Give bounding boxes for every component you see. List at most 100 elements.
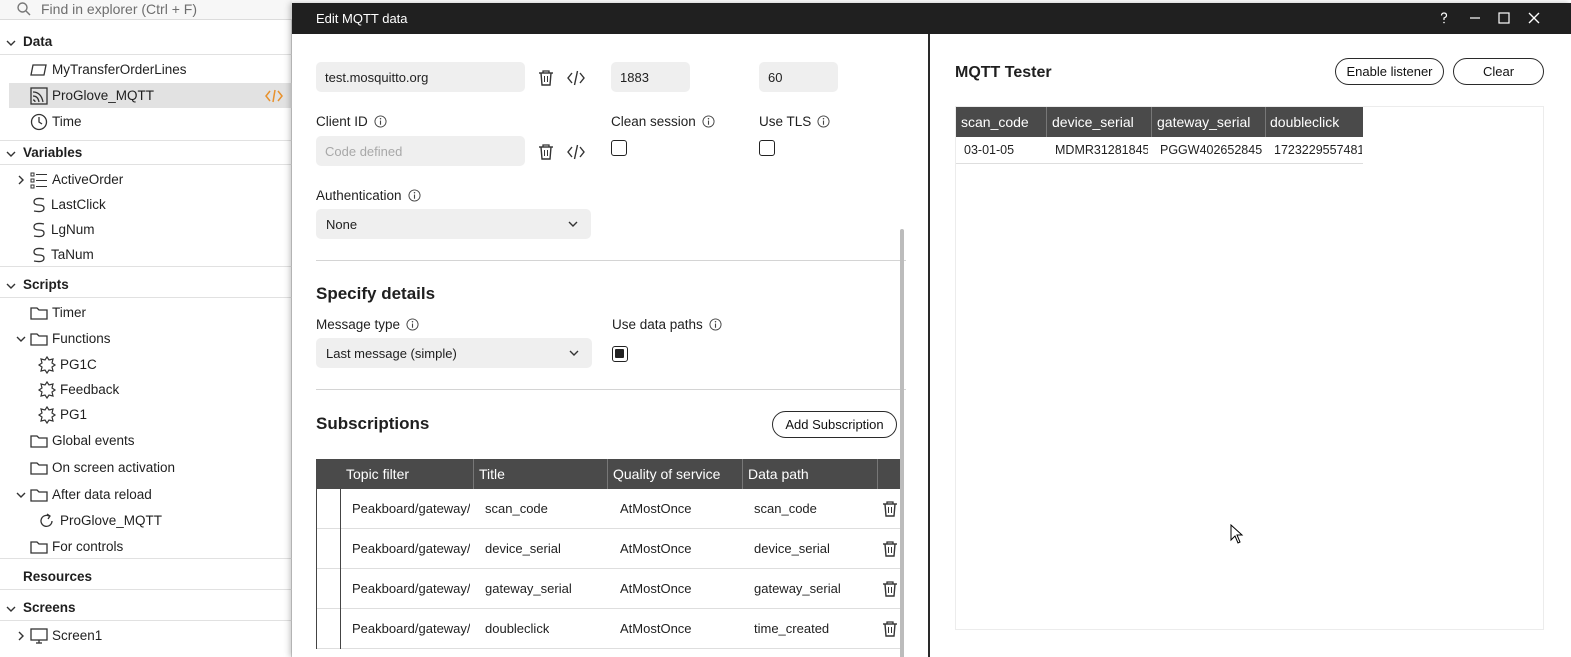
column-header-qos[interactable]: Quality of service	[613, 466, 720, 482]
topic-cell[interactable]: Peakboard/gateway/+/	[352, 541, 470, 556]
client-id-input[interactable]: Code defined	[316, 136, 525, 166]
message-type-select[interactable]: Last message (simple)	[316, 338, 592, 368]
topic-cell[interactable]: Peakboard/gateway/+/	[352, 581, 470, 596]
row-selector[interactable]	[316, 489, 341, 529]
table-row[interactable]: Peakboard/gateway/+/ doubleclick AtMostO…	[316, 609, 904, 649]
section-resources[interactable]: Resources	[0, 565, 292, 590]
maximize-icon[interactable]	[1496, 10, 1512, 26]
tree-item-timer[interactable]: Timer	[0, 300, 292, 325]
data-path-cell[interactable]: device_serial	[754, 541, 830, 556]
section-screens[interactable]: Screens	[0, 596, 292, 621]
code-icon[interactable]	[566, 142, 586, 162]
chevron-down-icon[interactable]	[5, 280, 17, 292]
clear-button[interactable]: Clear	[1453, 58, 1544, 85]
trash-icon[interactable]	[880, 499, 900, 519]
row-selector[interactable]	[316, 569, 341, 609]
column-header-title[interactable]: Title	[479, 466, 505, 482]
trash-icon[interactable]	[880, 619, 900, 639]
row-selector[interactable]	[316, 529, 341, 569]
tree-item-lgnum[interactable]: LgNum	[0, 217, 292, 242]
enable-listener-button[interactable]: Enable listener	[1335, 58, 1444, 85]
title-cell[interactable]: doubleclick	[485, 621, 549, 636]
section-scripts[interactable]: Scripts	[0, 273, 292, 298]
chevron-right-icon[interactable]	[15, 630, 27, 642]
column-header-topic[interactable]: Topic filter	[346, 466, 409, 482]
code-icon[interactable]	[265, 89, 283, 103]
add-subscription-button[interactable]: Add Subscription	[772, 411, 897, 438]
column-header[interactable]: device_serial	[1052, 114, 1134, 130]
data-path-cell[interactable]: time_created	[754, 621, 829, 636]
topic-cell[interactable]: Peakboard/gateway/+/	[352, 501, 470, 516]
info-icon[interactable]	[817, 115, 830, 128]
folder-icon	[30, 333, 48, 346]
keepalive-input[interactable]: 60	[759, 62, 838, 92]
tree-item-tanum[interactable]: TaNum	[0, 242, 292, 267]
tree-item-feedback[interactable]: Feedback	[0, 377, 292, 402]
chevron-down-icon[interactable]	[5, 37, 17, 49]
chevron-down-icon[interactable]	[5, 603, 17, 615]
tree-item-for-controls[interactable]: For controls	[0, 534, 292, 559]
chevron-down-icon[interactable]	[15, 333, 27, 345]
use-tls-checkbox[interactable]	[759, 140, 775, 156]
title-cell[interactable]: device_serial	[485, 541, 561, 556]
trash-icon[interactable]	[880, 579, 900, 599]
tree-item-proglove-mqtt[interactable]: ProGlove_MQTT	[9, 83, 292, 108]
info-icon[interactable]	[374, 115, 387, 128]
table-row[interactable]: 03-01-05 MDMR312818458 PGGW402652845 172…	[956, 137, 1363, 164]
chevron-down-icon[interactable]	[5, 148, 17, 160]
info-icon[interactable]	[709, 318, 722, 331]
info-icon[interactable]	[406, 318, 419, 331]
qos-cell[interactable]: AtMostOnce	[620, 581, 692, 596]
tree-item-functions[interactable]: Functions	[0, 326, 292, 351]
trash-icon[interactable]	[880, 539, 900, 559]
data-path-cell[interactable]: scan_code	[754, 501, 817, 516]
clean-session-checkbox[interactable]	[611, 140, 627, 156]
search-input[interactable]: Find in explorer (Ctrl + F)	[41, 1, 197, 17]
qos-cell[interactable]: AtMostOnce	[620, 541, 692, 556]
table-row[interactable]: Peakboard/gateway/+/ scan_code AtMostOnc…	[316, 489, 904, 529]
minimize-icon[interactable]	[1467, 10, 1483, 26]
tree-item-after-data-reload[interactable]: After data reload	[0, 482, 292, 507]
row-selector[interactable]	[316, 609, 341, 649]
tree-item-pg1[interactable]: PG1	[0, 402, 292, 427]
tree-item-mytransferorderlines[interactable]: MyTransferOrderLines	[0, 57, 292, 82]
chevron-down-icon[interactable]	[15, 489, 27, 501]
qos-cell[interactable]: AtMostOnce	[620, 621, 692, 636]
tree-item-activeorder[interactable]: ActiveOrder	[0, 167, 292, 192]
tree-item-on-screen-activation[interactable]: On screen activation	[0, 455, 292, 480]
close-icon[interactable]	[1526, 10, 1542, 26]
trash-icon[interactable]	[536, 68, 556, 88]
table-row[interactable]: Peakboard/gateway/+/ device_serial AtMos…	[316, 529, 904, 569]
title-cell[interactable]: gateway_serial	[485, 581, 572, 596]
use-data-paths-checkbox[interactable]	[612, 346, 628, 362]
authentication-select[interactable]: None	[316, 209, 591, 239]
info-icon[interactable]	[408, 189, 421, 202]
trash-icon[interactable]	[536, 142, 556, 162]
section-data[interactable]: Data	[0, 30, 292, 55]
section-variables[interactable]: Variables	[0, 140, 292, 165]
column-header[interactable]: doubleclick	[1270, 114, 1339, 130]
info-icon[interactable]	[702, 115, 715, 128]
help-icon[interactable]	[1436, 10, 1452, 26]
tree-item-screen1[interactable]: Screen1	[0, 623, 292, 648]
qos-cell[interactable]: AtMostOnce	[620, 501, 692, 516]
server-input[interactable]: test.mosquitto.org	[316, 62, 525, 92]
column-header[interactable]: scan_code	[961, 114, 1029, 130]
table-row[interactable]: Peakboard/gateway/+/ gateway_serial AtMo…	[316, 569, 904, 609]
tree-item-global-events[interactable]: Global events	[0, 428, 292, 453]
topic-cell[interactable]: Peakboard/gateway/+/	[352, 621, 470, 636]
port-input[interactable]: 1883	[611, 62, 690, 92]
column-header-data-path[interactable]: Data path	[748, 466, 809, 482]
chevron-right-icon[interactable]	[15, 174, 27, 186]
tree-item-reload-proglove-mqtt[interactable]: ProGlove_MQTT	[0, 508, 292, 533]
tree-item-time[interactable]: Time	[0, 109, 292, 134]
data-path-cell[interactable]: gateway_serial	[754, 581, 841, 596]
tree-item-lastclick[interactable]: LastClick	[0, 192, 292, 217]
column-header[interactable]: gateway_serial	[1157, 114, 1250, 130]
code-icon[interactable]	[566, 68, 586, 88]
tree-item-pg1c[interactable]: PG1C	[0, 352, 292, 377]
vertical-scrollbar[interactable]	[900, 229, 904, 657]
function-icon	[37, 380, 57, 400]
title-cell[interactable]: scan_code	[485, 501, 548, 516]
explorer-search[interactable]: Find in explorer (Ctrl + F)	[0, 0, 292, 20]
